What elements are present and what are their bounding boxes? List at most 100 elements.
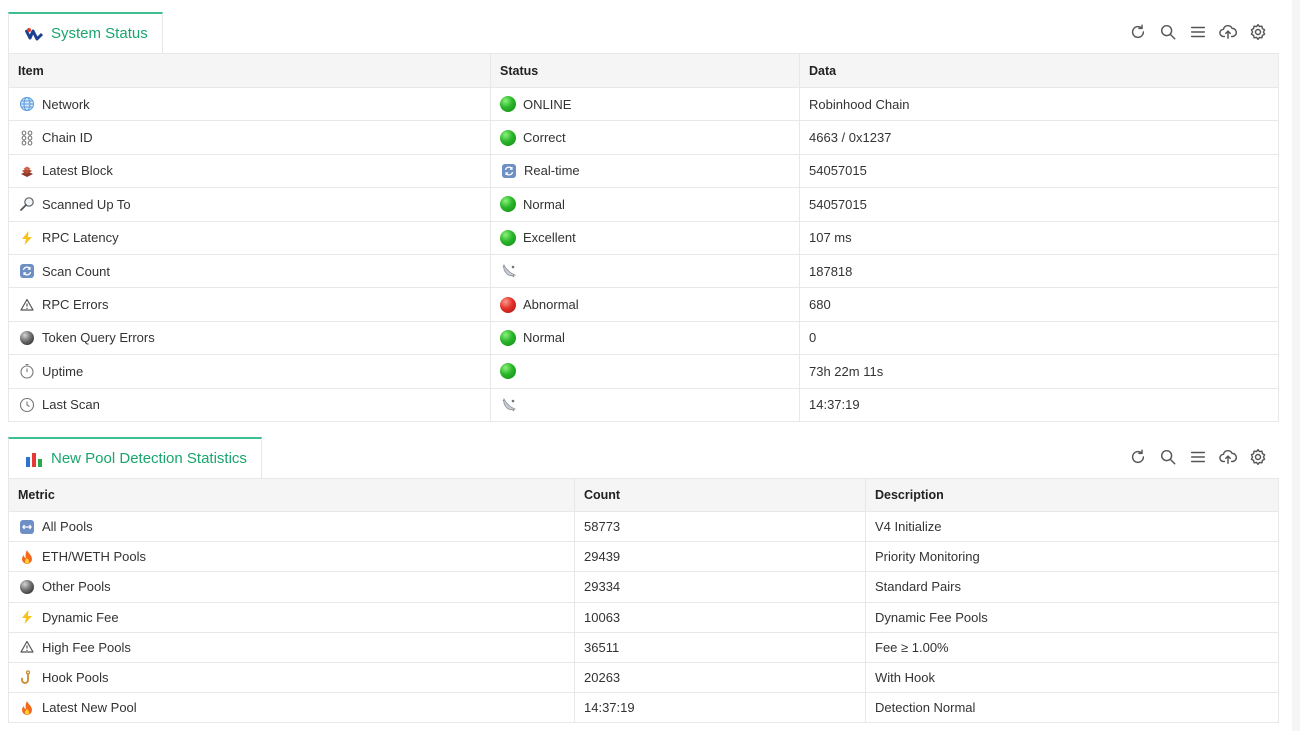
row-value: 107 ms <box>799 220 1279 255</box>
wave-logo-icon <box>25 25 43 43</box>
settings-icon[interactable] <box>1248 22 1268 42</box>
table-row[interactable]: Last Scan 14:37:19 <box>8 387 1279 422</box>
table-row[interactable]: Network ONLINE Robinhood Chain <box>8 86 1279 122</box>
columns-icon[interactable] <box>1188 447 1208 467</box>
table-row[interactable]: Dynamic Fee 10063 Dynamic Fee Pools <box>8 601 1279 633</box>
table-row[interactable]: Chain ID Correct 4663 / 0x1237 <box>8 120 1279 155</box>
table-row[interactable]: ETH/WETH Pools 29439 Priority Monitoring <box>8 541 1279 573</box>
column-header-item[interactable]: Item <box>8 53 491 88</box>
table-row[interactable]: RPC Latency Excellent 107 ms <box>8 220 1279 255</box>
row-value: 187818 <box>799 253 1279 289</box>
green-status-dot-icon <box>500 196 516 213</box>
stopwatch-icon <box>18 363 35 380</box>
pool-stats-header: New Pool Detection Statistics <box>8 437 1278 478</box>
table-row[interactable]: Uptime 73h 22m 11s <box>8 354 1279 389</box>
lightning-icon <box>18 229 35 246</box>
lightning-icon <box>18 609 35 626</box>
row-description: V4 Initialize <box>865 510 1279 543</box>
columns-icon[interactable] <box>1188 22 1208 42</box>
pool-stats-title: New Pool Detection Statistics <box>51 450 247 467</box>
table-header-row: Item Status Data <box>8 53 1279 88</box>
clock-icon <box>18 396 35 413</box>
table-row[interactable]: Token Query Errors Normal 0 <box>8 320 1279 356</box>
row-value: 14:37:19 <box>799 387 1279 422</box>
pool-stats-toolbar <box>1128 447 1268 467</box>
row-count: 20263 <box>574 661 866 694</box>
row-description: Fee ≥ 1.00% <box>865 631 1279 663</box>
status-text: Abnormal <box>523 297 579 313</box>
row-value: 54057015 <box>799 153 1279 189</box>
export-icon[interactable] <box>1218 447 1238 467</box>
status-text: ONLINE <box>523 96 572 112</box>
green-status-dot-icon <box>500 229 516 246</box>
column-header-metric[interactable]: Metric <box>8 478 575 512</box>
row-label: RPC Errors <box>42 297 109 313</box>
search-icon[interactable] <box>1158 447 1178 467</box>
column-header-status[interactable]: Status <box>490 53 800 88</box>
row-count: 14:37:19 <box>574 692 866 724</box>
table-row[interactable]: Scan Count 187818 <box>8 253 1279 289</box>
sync-icon <box>18 263 35 280</box>
refresh-icon[interactable] <box>1128 447 1148 467</box>
green-status-dot-icon <box>500 129 516 146</box>
row-count: 36511 <box>574 631 866 663</box>
row-label: ETH/WETH Pools <box>42 549 147 565</box>
table-row[interactable]: High Fee Pools 36511 Fee ≥ 1.00% <box>8 631 1279 663</box>
row-label: Latest New Pool <box>42 700 137 716</box>
tab-system-status[interactable]: System Status <box>8 12 163 53</box>
row-label: Scanned Up To <box>42 196 131 212</box>
row-description: Standard Pairs <box>865 571 1279 603</box>
green-status-dot-icon <box>500 363 516 380</box>
sync-icon <box>500 162 517 179</box>
status-text: Excellent <box>523 230 576 246</box>
row-count: 29334 <box>574 571 866 603</box>
column-header-count[interactable]: Count <box>574 478 866 512</box>
row-label: High Fee Pools <box>42 639 131 655</box>
export-icon[interactable] <box>1218 22 1238 42</box>
table-row[interactable]: Latest New Pool 14:37:19 Detection Norma… <box>8 692 1279 724</box>
column-header-description[interactable]: Description <box>865 478 1279 512</box>
row-label: Latest Block <box>42 163 113 179</box>
globe-icon <box>18 96 35 113</box>
row-label: RPC Latency <box>42 230 119 246</box>
status-text: Real-time <box>524 163 580 179</box>
bar-chart-icon <box>25 450 43 468</box>
system-status-panel: System Status Item Status Data Network O… <box>8 12 1279 422</box>
row-description: Dynamic Fee Pools <box>865 601 1279 633</box>
red-status-dot-icon <box>500 296 516 313</box>
system-status-table: Item Status Data Network ONLINE Robinhoo… <box>8 53 1279 422</box>
table-row[interactable]: All Pools 58773 V4 Initialize <box>8 510 1279 543</box>
table-row[interactable]: Hook Pools 20263 With Hook <box>8 661 1279 694</box>
magnifier-icon <box>18 196 35 213</box>
refresh-icon[interactable] <box>1128 22 1148 42</box>
row-count: 58773 <box>574 510 866 543</box>
table-row[interactable]: RPC Errors Abnormal 680 <box>8 287 1279 322</box>
gray-ball-icon <box>18 329 35 346</box>
satellite-icon <box>500 396 517 413</box>
warning-icon <box>18 639 35 656</box>
row-value: 54057015 <box>799 187 1279 222</box>
tab-pool-stats[interactable]: New Pool Detection Statistics <box>8 437 262 478</box>
column-header-data[interactable]: Data <box>799 53 1279 88</box>
row-description: With Hook <box>865 661 1279 694</box>
row-label: Hook Pools <box>42 670 109 686</box>
bricks-icon <box>18 162 35 179</box>
row-label: Other Pools <box>42 579 111 595</box>
pool-stats-panel: New Pool Detection Statistics Metric Cou… <box>8 437 1279 724</box>
hook-icon <box>18 669 35 686</box>
row-count: 29439 <box>574 541 866 573</box>
row-value: Robinhood Chain <box>799 86 1279 122</box>
row-label: Chain ID <box>42 130 93 146</box>
pool-stats-table: Metric Count Description All Pools 58773… <box>8 478 1279 724</box>
page-scrollbar[interactable] <box>1292 0 1300 731</box>
table-row[interactable]: Scanned Up To Normal 54057015 <box>8 187 1279 222</box>
settings-icon[interactable] <box>1248 447 1268 467</box>
fire-icon <box>18 699 35 716</box>
row-label: Scan Count <box>42 263 110 279</box>
table-row[interactable]: Latest Block Real-time 54057015 <box>8 153 1279 189</box>
satellite-icon <box>500 263 517 280</box>
row-description: Detection Normal <box>865 692 1279 724</box>
table-row[interactable]: Other Pools 29334 Standard Pairs <box>8 571 1279 603</box>
row-value: 680 <box>799 287 1279 322</box>
search-icon[interactable] <box>1158 22 1178 42</box>
